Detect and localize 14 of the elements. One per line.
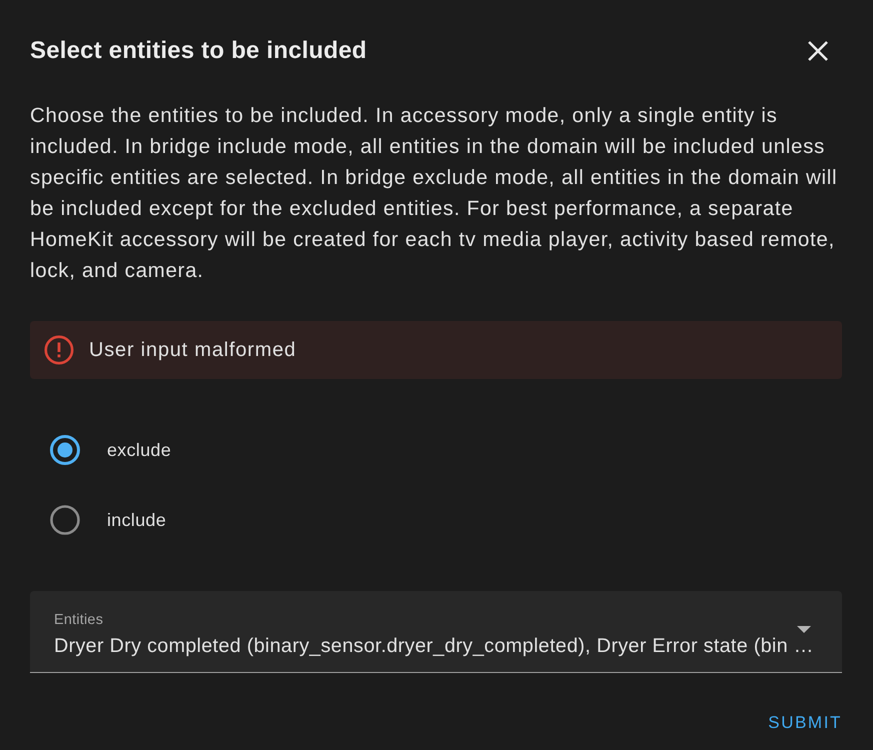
error-message: User input malformed — [89, 338, 296, 363]
radio-label[interactable]: include — [107, 506, 166, 534]
radio-button[interactable] — [50, 505, 80, 535]
entities-dropdown[interactable]: Entities Dryer Dry completed (binary_sensor.dryer_dry_completed), Dryer Error state (bin … — [30, 591, 842, 673]
caret-icon — [797, 626, 811, 633]
dialog-title: Select entities to be included — [30, 36, 367, 65]
error-icon — [44, 335, 74, 365]
radio-button[interactable] — [50, 435, 80, 465]
submit-button[interactable]: SUBMIT — [768, 706, 842, 740]
field-value: Dryer Dry completed (binary_sensor.dryer_dry_completed), Dryer Error state (bin … — [54, 634, 814, 659]
radio-label[interactable]: exclude — [107, 436, 172, 464]
close-icon — [807, 40, 829, 62]
field-label: Entities — [54, 612, 104, 629]
description-text: Choose the entities to be included. In accessory mode, only a single entity is included. In bridge include mode, all entities in the domain will be included unless specific entities are selected. In bridge exclude mode, all entities in the domain will be included except for the excluded entities. For best performance, a separate HomeKit accessory will be created for each tv media player, activity based remote, lock, and camera. — [30, 103, 838, 284]
